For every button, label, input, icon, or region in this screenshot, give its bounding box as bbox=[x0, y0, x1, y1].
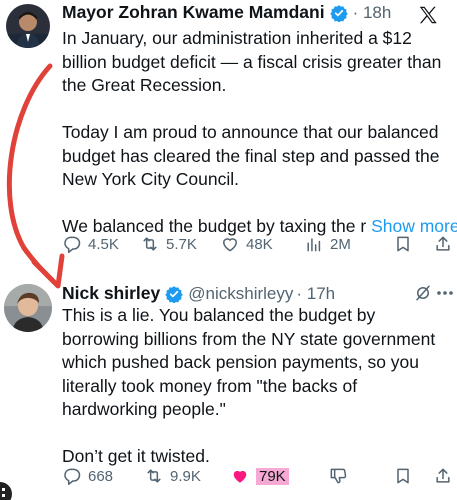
avatar-image bbox=[4, 284, 52, 332]
more-options-icon[interactable] bbox=[433, 283, 457, 303]
text-line: hardworking people." bbox=[62, 399, 226, 419]
repost-icon bbox=[147, 469, 161, 483]
grok-icon[interactable] bbox=[414, 284, 432, 302]
bookmark-button[interactable] bbox=[393, 466, 419, 486]
post2-actions: 668 9.9K 79K bbox=[62, 466, 451, 490]
bookmark-icon bbox=[397, 468, 409, 484]
text-line: literally took money from "the backs of bbox=[62, 375, 358, 396]
text-line: This is a lie. You balanced the budget b… bbox=[62, 305, 376, 325]
reply-icon bbox=[64, 468, 81, 486]
reply-button[interactable]: 668 bbox=[62, 466, 113, 486]
author-name[interactable]: Nick shirley bbox=[62, 283, 160, 304]
text-line: borrowing billions from the NY state gov… bbox=[62, 328, 436, 349]
like-icon-filled bbox=[233, 470, 247, 483]
text-line: which pushed back pension payments, so y… bbox=[62, 352, 420, 372]
dislike-icon bbox=[330, 468, 347, 484]
share-icon bbox=[436, 468, 450, 483]
author-handle[interactable]: @nickshirleyy bbox=[188, 284, 293, 304]
text-line bbox=[62, 422, 435, 446]
dislike-button[interactable] bbox=[328, 466, 354, 486]
verified-icon bbox=[165, 285, 183, 303]
repost-count: 9.9K bbox=[170, 467, 201, 485]
post2-header: Nick shirley @nickshirleyy · 17h bbox=[62, 283, 335, 304]
share-button[interactable] bbox=[433, 466, 457, 486]
text-line: Don’t get it twisted. bbox=[62, 446, 210, 466]
like-button[interactable]: 79K bbox=[230, 466, 289, 486]
edge-overlay-icon bbox=[0, 482, 12, 500]
post2-text: This is a lie. You balanced the budget b… bbox=[62, 304, 435, 469]
avatar[interactable] bbox=[4, 284, 52, 332]
like-count: 79K bbox=[256, 467, 289, 485]
repost-button[interactable]: 9.9K bbox=[144, 466, 201, 486]
reply-count: 668 bbox=[88, 467, 114, 485]
post-time[interactable]: · 17h bbox=[296, 284, 335, 304]
